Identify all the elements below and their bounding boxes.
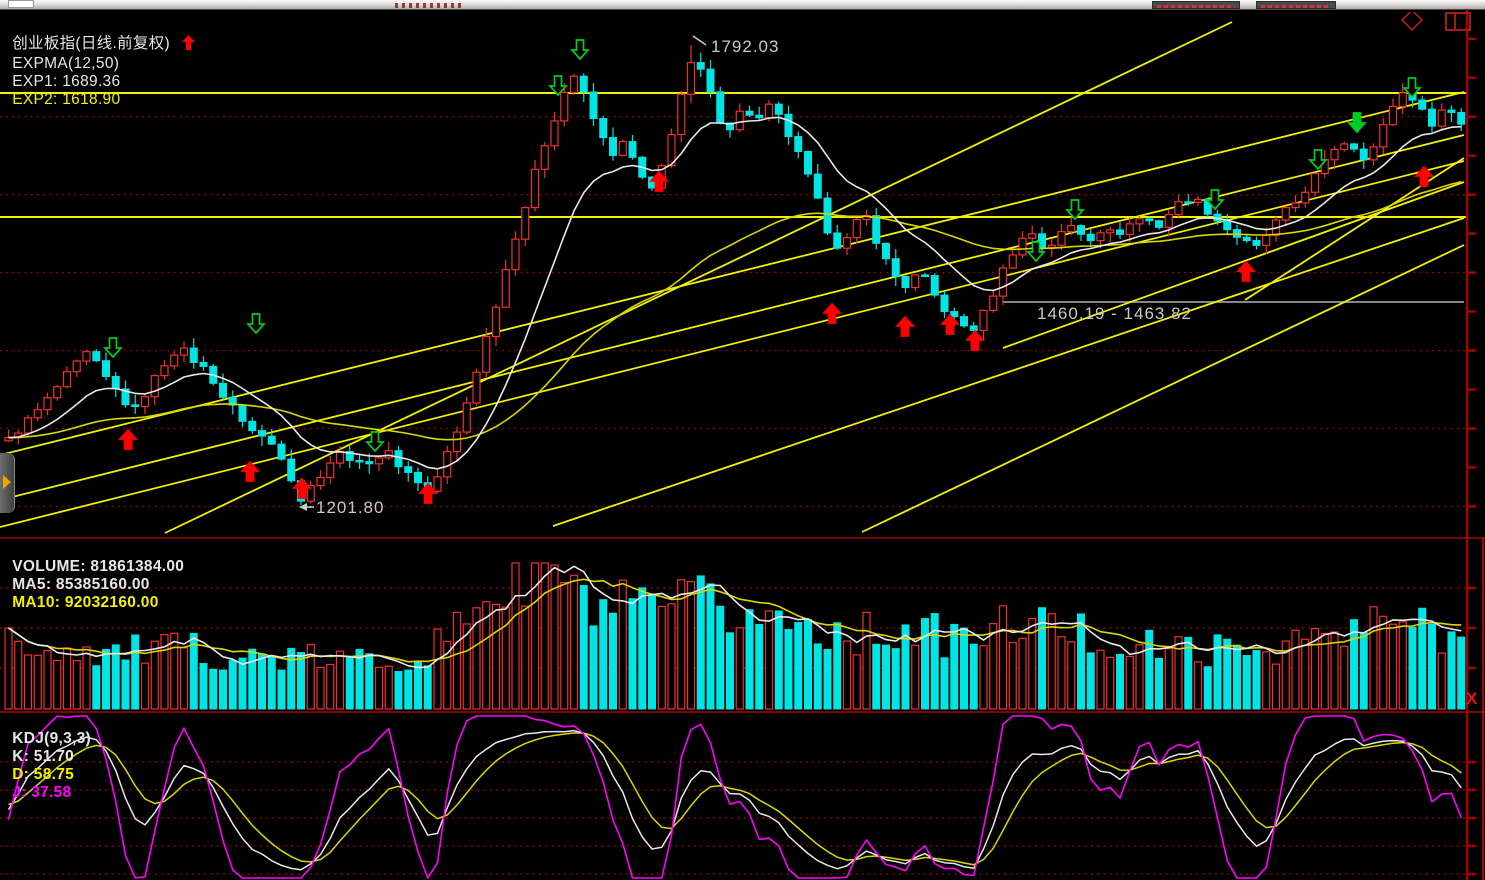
- expand-left-panel-tab[interactable]: [0, 453, 15, 513]
- main-chart-header: 创业板指(日线.前复权) EXPMA(12,50) EXP1: 1689.36 …: [3, 13, 205, 109]
- peak-price-annotation: 1792.03: [711, 37, 779, 57]
- volume-ma5-value: MA5: 85385160.00: [12, 576, 150, 593]
- indicator-name: EXPMA(12,50): [12, 55, 119, 72]
- chart-toolbar: [1394, 12, 1472, 34]
- kdj-title: KDJ(9,3,3): [12, 730, 91, 747]
- volume-value: VOLUME: 81861384.00: [12, 558, 184, 575]
- exp1-value: EXP1: 1689.36: [12, 73, 120, 90]
- low-price-annotation: 1201.80: [316, 498, 384, 518]
- volume-pane-header: VOLUME: 81861384.00 MA5: 85385160.00 MA1…: [3, 540, 194, 612]
- expand-panel-arrow-icon: [3, 475, 11, 489]
- kdj-d-value: D: 58.75: [12, 766, 74, 783]
- kdj-j-value: J: 37.58: [12, 784, 71, 801]
- close-icon[interactable]: X: [1466, 689, 1475, 709]
- chart-canvas[interactable]: [0, 0, 1485, 880]
- exp2-value: EXP2: 1618.90: [12, 91, 120, 108]
- chart-title: 创业板指(日线.前复权): [12, 35, 170, 52]
- up-arrow-icon: [182, 35, 195, 55]
- split-window-icon[interactable]: [1446, 13, 1470, 30]
- diamond-tool-icon[interactable]: [1402, 12, 1422, 30]
- volume-ma10-value: MA10: 92032160.00: [12, 594, 158, 611]
- gap-range-annotation: 1460.19 - 1463.82: [1037, 304, 1192, 324]
- kdj-pane-header: KDJ(9,3,3) K: 51.70 D: 58.75 J: 37.58: [3, 712, 101, 802]
- kdj-k-value: K: 51.70: [12, 748, 74, 765]
